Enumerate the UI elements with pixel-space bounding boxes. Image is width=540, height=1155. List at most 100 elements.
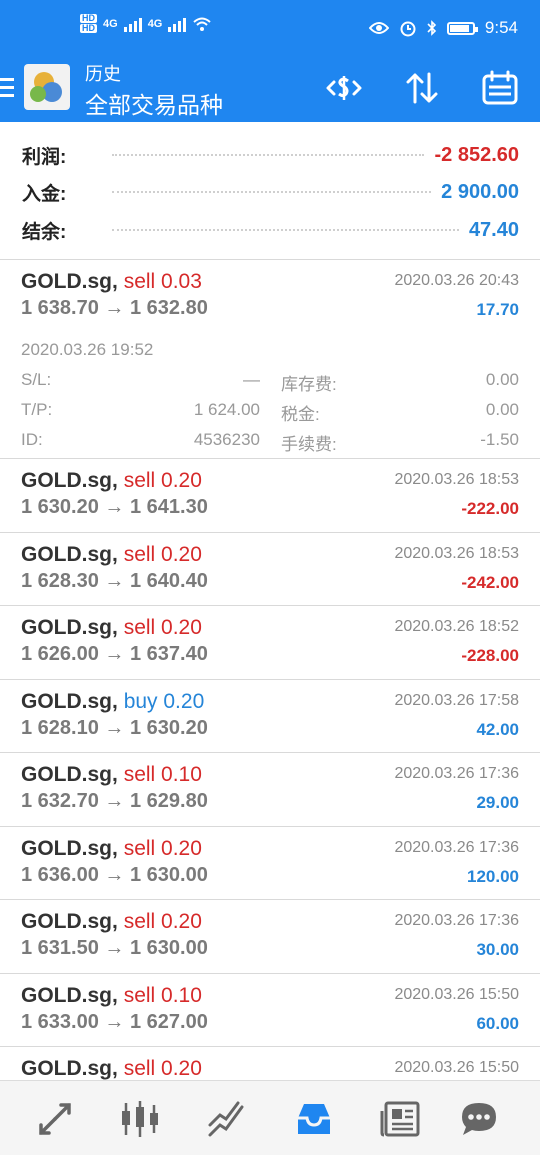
trade-open-time: 2020.03.26 19:52 (21, 340, 154, 359)
trade-symbol: GOLD.sg, sell 0.10 (21, 763, 202, 786)
trade-prices: 1 638.70 → 1 632.80 (21, 297, 208, 319)
balance-value: 47.40 (468, 218, 519, 241)
sl-label: S/L: (21, 370, 52, 389)
signal-icon (123, 16, 142, 32)
trade-close-time: 2020.03.26 18:53 (394, 471, 519, 488)
network-type: 4G (103, 17, 118, 30)
trade-symbol: GOLD.sg, sell 0.03 (21, 270, 202, 293)
trade-row[interactable]: GOLD.sg, sell 0.10 1 632.70 → 1 629.80 202… (0, 753, 540, 827)
app-logo (24, 64, 70, 110)
trade-row[interactable]: GOLD.sg, buy 0.20 1 628.10 → 1 630.20 2020… (0, 680, 540, 753)
deposit-value: 2 900.00 (441, 180, 519, 203)
trade-row[interactable]: GOLD.sg, sell 0.20 1 628.30 → 1 640.40 202… (0, 533, 540, 606)
swap-label: 库存费: (281, 375, 337, 394)
history-icon[interactable] (292, 1097, 336, 1141)
deposit-icon[interactable] (324, 70, 364, 106)
bottom-nav (0, 1080, 540, 1155)
trade-side: sell 0.10 (123, 763, 202, 786)
trade-close-time: 2020.03.26 18:52 (394, 618, 519, 635)
dotted-leader (112, 154, 425, 156)
alarm-icon (400, 21, 416, 37)
balance-label: 结余: (22, 221, 67, 243)
status-right: 9:54 (368, 18, 518, 38)
trade-profit: 29.00 (476, 793, 519, 812)
trade-symbol: GOLD.sg, sell 0.20 (21, 469, 202, 492)
id-value: 4536230 (193, 430, 260, 449)
trade-prices: 1 632.70 → 1 629.80 (21, 790, 208, 812)
app-bar: 历史 全部交易品种 (0, 58, 540, 122)
hd-badge: HD (80, 23, 97, 33)
profit-label: 利润: (22, 146, 67, 168)
trade-side: sell 0.20 (123, 1057, 202, 1080)
trade-side: sell 0.03 (123, 270, 202, 293)
trade-symbol: GOLD.sg, sell 0.20 (21, 542, 202, 566)
detail-id-line: ID: 4536230 手续费: -1.50 (21, 430, 519, 460)
trade-side: sell 0.20 (123, 910, 202, 933)
trade-profit: -242.00 (461, 572, 519, 592)
menu-icon[interactable] (0, 78, 18, 100)
battery-icon (446, 21, 478, 35)
tp-value: 1 624.00 (193, 400, 260, 419)
trade-prices: 1 636.00 → 1 630.00 (21, 863, 208, 886)
profit-value: -2 852.60 (434, 143, 519, 166)
trade-side: sell 0.20 (123, 616, 202, 639)
eye-icon (368, 22, 389, 34)
clock: 9:54 (484, 18, 518, 37)
swap-value: 0.00 (485, 370, 519, 389)
hd-badges: HD HD (80, 14, 97, 33)
trade-close-time: 2020.03.26 17:36 (394, 838, 519, 856)
trade-side: sell 0.10 (123, 983, 202, 1007)
sort-icon[interactable] (402, 70, 442, 106)
chat-icon[interactable] (457, 1097, 501, 1141)
quotes-icon[interactable] (33, 1097, 77, 1141)
trade-icon[interactable] (205, 1097, 249, 1141)
fee-label: 手续费: (281, 435, 337, 454)
trade-prices: 1 626.00 → 1 637.40 (21, 643, 208, 665)
trade-side: sell 0.20 (123, 542, 202, 566)
trade-row[interactable]: GOLD.sg, sell 0.10 1 633.00 → 1 627.00 202… (0, 974, 540, 1047)
dotted-leader (112, 229, 459, 231)
trade-profit: 120.00 (467, 866, 519, 886)
page-subtitle: 历史 (85, 64, 121, 84)
trade-profit: 17.70 (476, 300, 519, 319)
trade-close-time: 2020.03.26 18:53 (394, 544, 519, 562)
summary-deposit-row: 入金: 2 900.00 (22, 173, 519, 211)
trade-details: 2020.03.26 19:52 S/L: — 库存费: 0.00 T/P: 1… (21, 340, 519, 460)
news-icon[interactable] (378, 1097, 422, 1141)
trade-profit: -228.00 (461, 646, 519, 665)
trade-side: sell 0.20 (123, 836, 202, 860)
detail-open-time-line: 2020.03.26 19:52 (21, 340, 519, 370)
trade-profit: 30.00 (476, 940, 519, 959)
trade-row[interactable]: GOLD.sg, sell 0.20 1 636.00 → 1 630.00 202… (0, 827, 540, 900)
detail-tp-line: T/P: 1 624.00 税金: 0.00 (21, 400, 519, 430)
trade-symbol: GOLD.sg, sell 0.20 (21, 1057, 202, 1080)
deposit-label: 入金: (22, 183, 67, 205)
trade-close-time: 2020.03.26 17:36 (394, 912, 519, 929)
trade-close-time: 2020.03.26 15:50 (394, 1059, 519, 1076)
trade-symbol: GOLD.sg, sell 0.20 (21, 836, 202, 860)
trade-profit: 60.00 (476, 1013, 519, 1033)
trade-close-time: 2020.03.26 15:50 (394, 985, 519, 1003)
trade-close-time: 2020.03.26 20:43 (394, 272, 519, 289)
tax-value: 0.00 (485, 400, 519, 419)
trade-row[interactable]: GOLD.sg, sell 0.20 1 630.20 → 1 641.30 202… (0, 459, 540, 533)
fee-value: -1.50 (480, 430, 519, 449)
summary-profit-row: 利润: -2 852.60 (22, 136, 519, 174)
trade-side: sell 0.20 (123, 469, 202, 492)
trade-row[interactable]: GOLD.sg, sell 0.20 1 631.50 → 1 630.00 202… (0, 900, 540, 974)
trade-symbol: GOLD.sg, buy 0.20 (21, 689, 205, 713)
trade-row-expanded[interactable]: GOLD.sg, sell 0.03 1 638.70 → 1 632.80 2… (0, 260, 540, 459)
dotted-leader (112, 191, 432, 193)
trade-row[interactable]: GOLD.sg, sell 0.20 1 626.00 → 1 637.40 202… (0, 606, 540, 680)
trade-symbol: GOLD.sg, sell 0.20 (21, 616, 202, 639)
trade-prices: 1 633.00 → 1 627.00 (21, 1010, 208, 1033)
id-label: ID: (21, 430, 43, 449)
chart-icon[interactable] (118, 1097, 162, 1141)
bluetooth-icon (427, 20, 437, 36)
tax-label: 税金: (281, 405, 320, 424)
calendar-icon[interactable] (480, 70, 520, 106)
page-title[interactable]: 全部交易品种 (85, 86, 223, 120)
signal-icon (168, 16, 187, 32)
tp-label: T/P: (21, 400, 53, 419)
sl-value: — (243, 370, 260, 389)
